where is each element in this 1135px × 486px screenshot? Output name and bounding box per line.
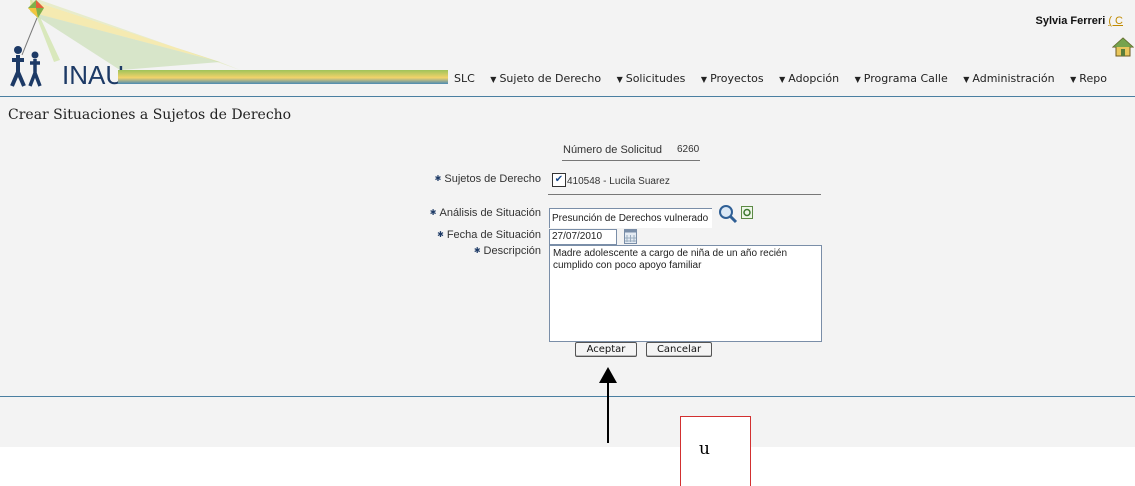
date-label: ✱ Fecha de Situación: [437, 229, 541, 241]
footer-divider: [0, 396, 1135, 397]
user-info: Sylvia Ferreri ( C: [1036, 15, 1123, 27]
cancel-button[interactable]: Cancelar: [646, 342, 712, 357]
menu-reportes[interactable]: ▼ Repo: [1064, 70, 1113, 87]
menu-label: Administración: [972, 72, 1055, 85]
logout-link[interactable]: ( C: [1108, 15, 1123, 27]
annotation-callout: u: [680, 416, 751, 486]
dropdown-arrow-icon: ▼: [963, 75, 970, 84]
request-number-value: 6260: [677, 144, 700, 155]
analysis-label: ✱ Análisis de Situación: [430, 207, 541, 219]
page-title: Crear Situaciones a Sujetos de Derecho: [8, 107, 292, 123]
callout-text: u: [699, 439, 710, 459]
required-icon: ✱: [473, 246, 481, 255]
menu-administracion[interactable]: ▼ Administración: [957, 70, 1060, 87]
dropdown-arrow-icon: ▼: [1070, 75, 1077, 84]
brand-color-bar: [118, 70, 448, 84]
description-label-text: Descripción: [483, 245, 541, 257]
dropdown-arrow-icon: ▼: [779, 75, 786, 84]
request-number-label: Número de Solicitud: [563, 144, 663, 156]
menu-label: Adopción: [788, 72, 840, 85]
description-label: ✱ Descripción: [474, 245, 541, 257]
dropdown-arrow-icon: ▼: [854, 75, 861, 84]
subjects-label-text: Sujetos de Derecho: [444, 173, 541, 185]
menu-label: Solicitudes: [625, 72, 686, 85]
menu-proyectos[interactable]: ▼ Proyectos: [695, 70, 770, 87]
required-icon: ✱: [434, 174, 442, 183]
home-icon[interactable]: [1112, 37, 1134, 57]
analysis-label-text: Análisis de Situación: [439, 207, 541, 219]
description-textarea[interactable]: Madre adolescente a cargo de niña de un …: [549, 245, 822, 342]
dropdown-arrow-icon: ▼: [490, 75, 497, 84]
subject-checkbox[interactable]: ✔: [552, 173, 566, 187]
menu-label: Programa Calle: [863, 72, 948, 85]
dropdown-arrow-icon: ▼: [616, 75, 623, 84]
subject-value: 410548 - Lucila Suarez: [567, 176, 670, 187]
request-divider: [562, 160, 700, 161]
search-icon[interactable]: [718, 204, 738, 224]
menu-programa-calle[interactable]: ▼ Programa Calle: [849, 70, 954, 87]
required-icon: ✱: [429, 208, 437, 217]
menu-sujeto-de-derecho[interactable]: ▼ Sujeto de Derecho: [484, 70, 607, 87]
user-name: Sylvia Ferreri: [1035, 15, 1106, 27]
date-label-text: Fecha de Situación: [446, 229, 541, 241]
brand-name: INAU: [62, 60, 125, 90]
menu-slc[interactable]: SLC: [448, 70, 481, 87]
menu-label: Repo: [1079, 72, 1107, 85]
main-menu: SLC ▼ Sujeto de Derecho ▼ Solicitudes ▼ Pro…: [448, 70, 1135, 87]
app-header: INAU Sylvia Ferreri ( C SLC ▼ Sujeto de D…: [0, 0, 1135, 96]
menu-label: SLC: [454, 72, 475, 85]
clear-icon[interactable]: [741, 206, 753, 219]
annotation-arrow-line: [607, 381, 609, 443]
date-input[interactable]: 27/07/2010: [549, 229, 617, 245]
menu-solicitudes[interactable]: ▼ Solicitudes: [611, 70, 692, 87]
menu-adopcion[interactable]: ▼ Adopción: [773, 70, 845, 87]
menu-label: Sujeto de Derecho: [499, 72, 602, 85]
header-divider: [0, 96, 1135, 97]
subjects-label: ✱ Sujetos de Derecho: [435, 173, 541, 185]
dropdown-arrow-icon: ▼: [700, 75, 708, 84]
required-icon: ✱: [437, 230, 444, 239]
calendar-icon[interactable]: [624, 229, 637, 244]
accept-button[interactable]: Aceptar: [575, 342, 637, 357]
analysis-field[interactable]: Presunción de Derechos vulnerado: [549, 208, 712, 228]
subjects-divider: [548, 194, 821, 195]
menu-label: Proyectos: [710, 72, 764, 85]
